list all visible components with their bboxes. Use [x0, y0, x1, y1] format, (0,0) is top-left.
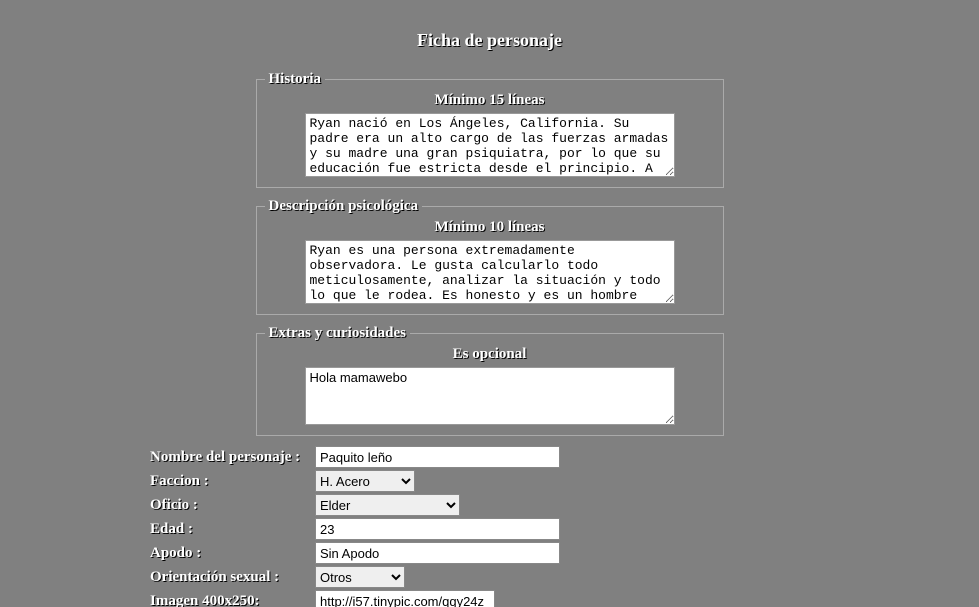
label-edad: Edad :	[150, 521, 315, 538]
historia-textarea[interactable]	[305, 113, 675, 177]
descripcion-subtitle: Mínimo 10 líneas	[265, 219, 715, 236]
descripcion-textarea[interactable]	[305, 240, 675, 304]
row-nombre: Nombre del personaje :	[150, 446, 770, 468]
extras-textarea[interactable]	[305, 367, 675, 425]
row-apodo: Apodo :	[150, 542, 770, 564]
select-oficio[interactable]: Elder	[315, 494, 460, 516]
input-apodo[interactable]	[315, 542, 560, 564]
label-nombre: Nombre del personaje :	[150, 449, 315, 466]
label-imagen: Imagen 400x250:	[150, 593, 315, 607]
input-imagen[interactable]	[315, 590, 495, 607]
row-edad: Edad :	[150, 518, 770, 540]
form-rows: Nombre del personaje : Faccion : H. Acer…	[150, 446, 770, 607]
label-faccion: Faccion :	[150, 473, 315, 490]
input-nombre[interactable]	[315, 446, 560, 468]
row-faccion: Faccion : H. Acero	[150, 470, 770, 492]
extras-subtitle: Es opcional	[265, 346, 715, 363]
select-orientacion[interactable]: Otros	[315, 566, 405, 588]
historia-fieldset: Historia Mínimo 15 líneas	[256, 71, 724, 188]
label-orientacion: Orientación sexual :	[150, 569, 315, 586]
descripcion-legend: Descripción psicológica	[265, 198, 423, 215]
label-oficio: Oficio :	[150, 497, 315, 514]
extras-fieldset: Extras y curiosidades Es opcional	[256, 325, 724, 436]
select-faccion[interactable]: H. Acero	[315, 470, 415, 492]
row-oficio: Oficio : Elder	[150, 494, 770, 516]
label-apodo: Apodo :	[150, 545, 315, 562]
row-orientacion: Orientación sexual : Otros	[150, 566, 770, 588]
row-imagen: Imagen 400x250:	[150, 590, 770, 607]
input-edad[interactable]	[315, 518, 560, 540]
extras-legend: Extras y curiosidades	[265, 325, 411, 342]
historia-subtitle: Mínimo 15 líneas	[265, 92, 715, 109]
descripcion-fieldset: Descripción psicológica Mínimo 10 líneas	[256, 198, 724, 315]
page-title: Ficha de personaje	[0, 0, 979, 65]
historia-legend: Historia	[265, 71, 326, 88]
